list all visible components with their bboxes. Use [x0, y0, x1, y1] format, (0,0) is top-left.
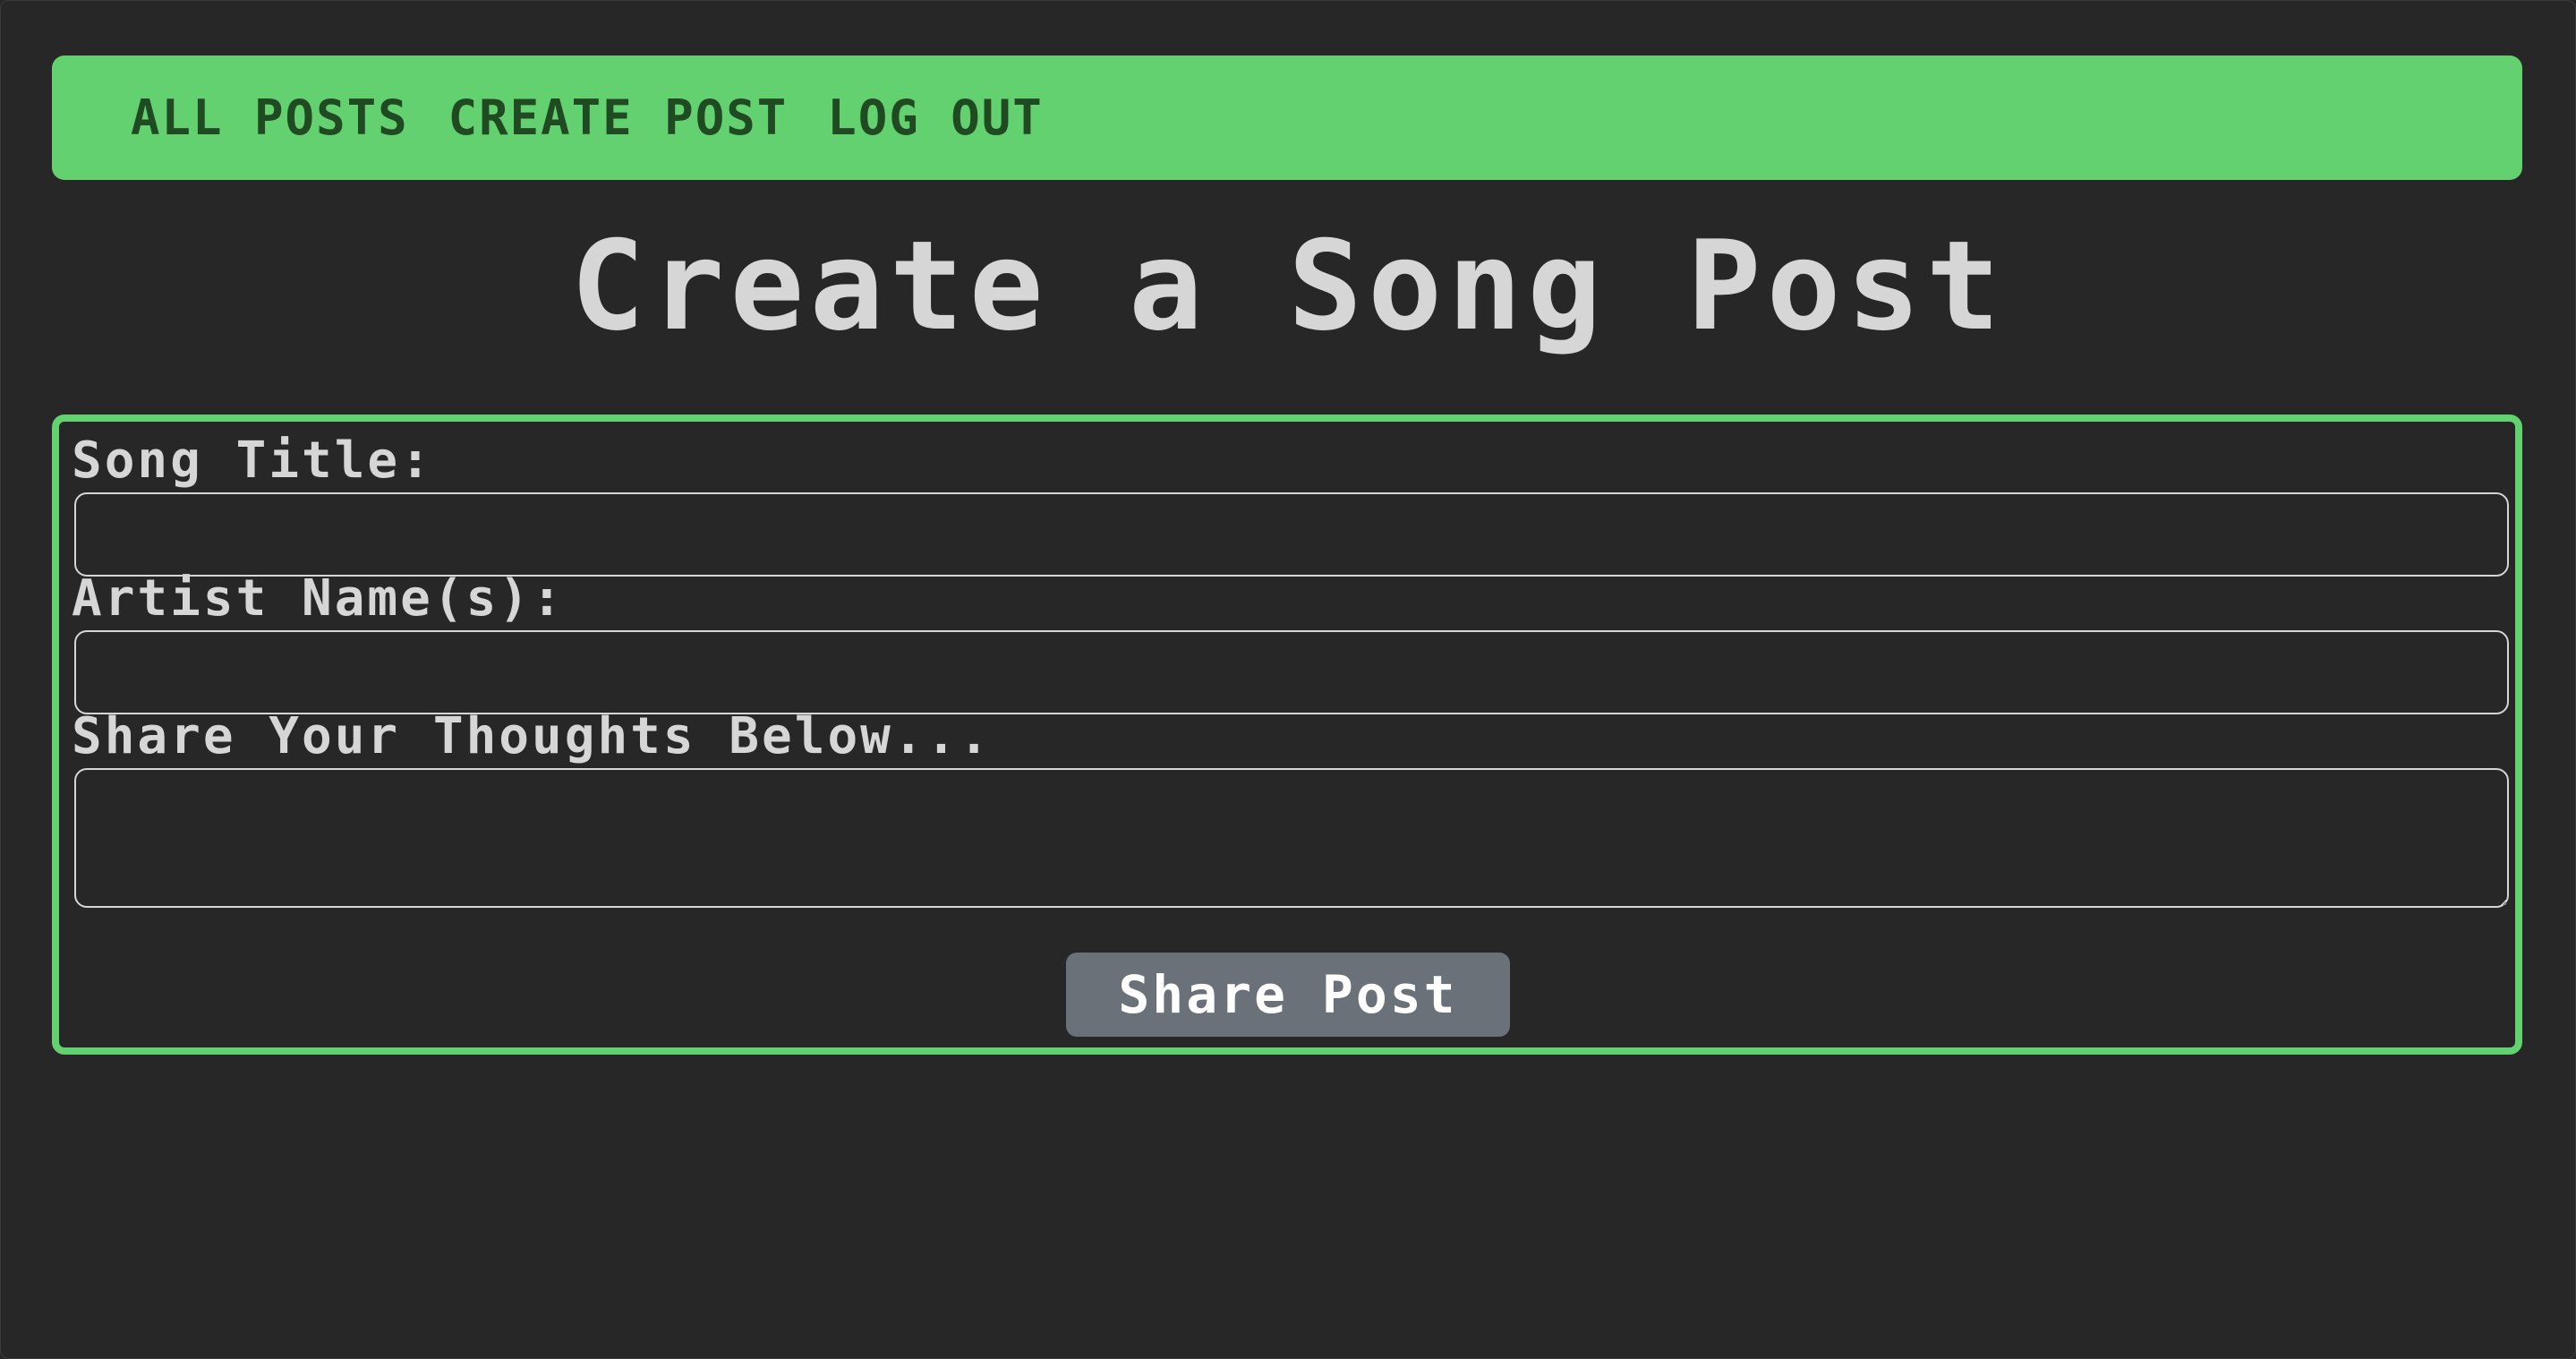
page-title: Create a Song Post — [570, 214, 2006, 358]
artist-name-label: Artist Name(s): — [72, 569, 565, 628]
share-post-button[interactable]: Share Post — [1066, 953, 1510, 1037]
song-post-form: Song Title: Artist Name(s): Share Your T… — [52, 415, 2522, 1055]
nav-link-create-post[interactable]: CREATE POST — [448, 90, 789, 146]
nav-link-all-posts[interactable]: ALL POSTS — [131, 90, 409, 146]
thoughts-label: Share Your Thoughts Below... — [72, 707, 993, 765]
artist-name-input[interactable] — [74, 630, 2509, 714]
nav-link-log-out[interactable]: LOG OUT — [827, 90, 1044, 146]
top-navbar: ALL POSTS CREATE POST LOG OUT — [52, 56, 2522, 180]
song-title-label: Song Title: — [72, 432, 433, 490]
thoughts-textarea[interactable] — [74, 768, 2509, 908]
song-title-input[interactable] — [74, 492, 2509, 577]
